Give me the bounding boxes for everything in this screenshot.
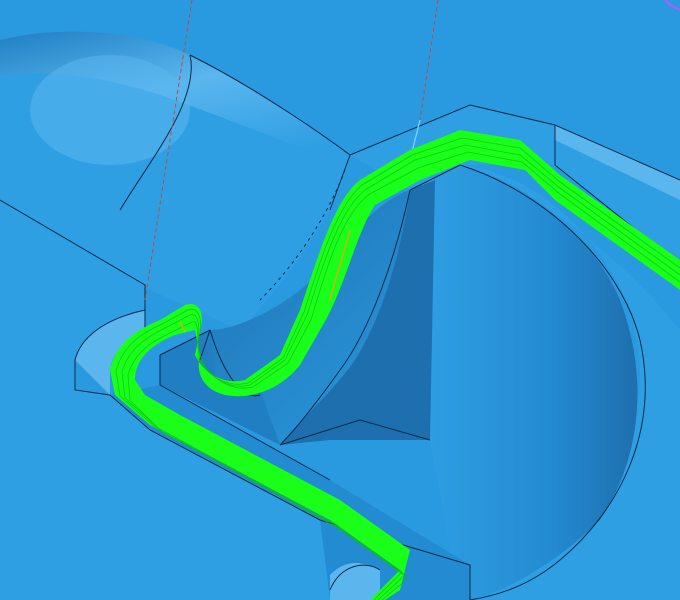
boss-highlight xyxy=(30,55,190,165)
cad-viewport[interactable] xyxy=(0,0,680,600)
cad-scene xyxy=(0,0,680,600)
